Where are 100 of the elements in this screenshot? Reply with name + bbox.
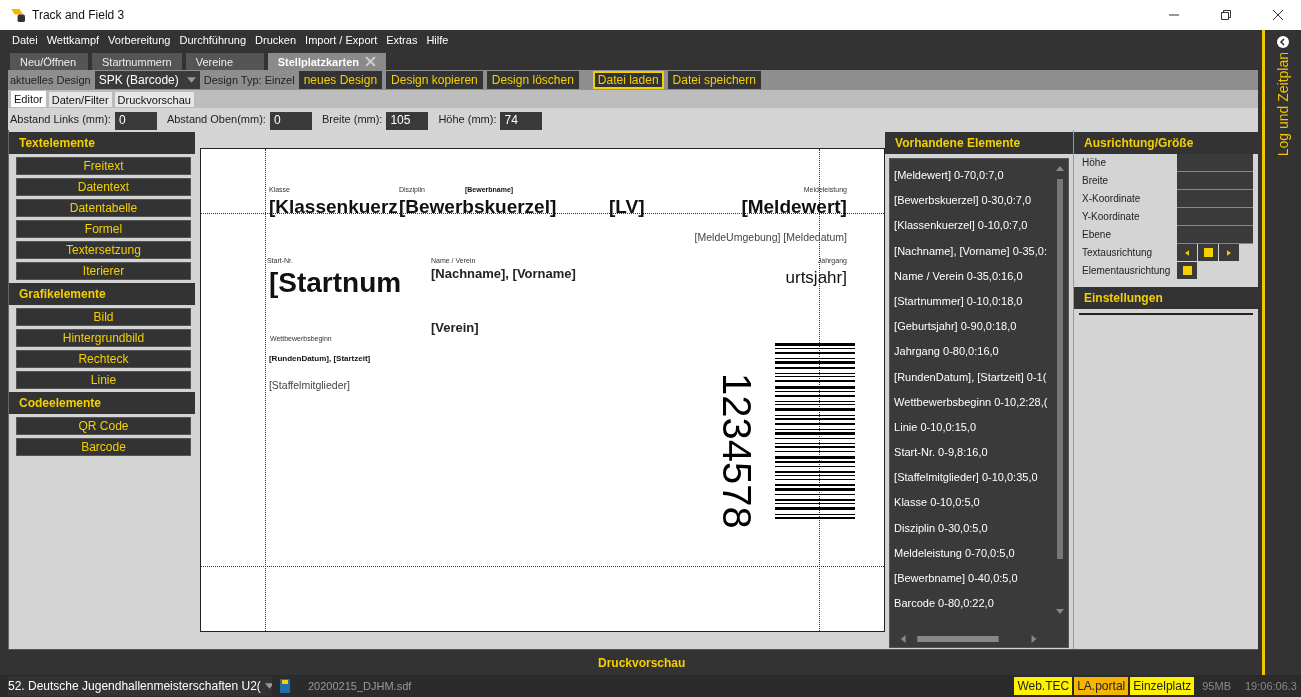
- element-button[interactable]: QR Code: [16, 417, 191, 435]
- label-text[interactable]: [Klassenkuerz: [268, 196, 398, 218]
- square-button[interactable]: [1177, 261, 1198, 279]
- list-item[interactable]: Start-Nr. 0-9,8:16,0: [894, 444, 988, 462]
- field-label: Abstand Links (mm):: [10, 113, 111, 125]
- menu-item[interactable]: Hilfe: [426, 34, 449, 46]
- element-button[interactable]: Rechteck: [16, 350, 191, 368]
- menu-item[interactable]: Durchführung: [179, 34, 247, 46]
- tab[interactable]: Druckvorschau: [113, 91, 195, 108]
- label-text[interactable]: [Verein]: [430, 321, 479, 336]
- input-field[interactable]: [1177, 208, 1254, 226]
- database-icon: [280, 679, 290, 693]
- section-header: Vorhandene Elemente: [885, 132, 1074, 154]
- left-arrow-icon: [1185, 249, 1190, 256]
- list-item[interactable]: [Nachname], [Vorname] 0-35,0:: [894, 242, 1047, 260]
- close-icon[interactable]: [1273, 10, 1283, 20]
- label-text[interactable]: [LV]: [608, 196, 645, 218]
- square-icon: [1182, 265, 1192, 275]
- toolbar-button[interactable]: Design kopieren: [386, 71, 483, 89]
- element-button[interactable]: Iterierer: [16, 262, 191, 280]
- label-text[interactable]: [Staffelmitglieder]: [268, 379, 350, 392]
- label-text[interactable]: [Bewerbskuerzel]: [398, 196, 557, 218]
- list-item[interactable]: [Geburtsjahr] 0-90,0:18,0: [894, 318, 1017, 336]
- tab[interactable]: Editor: [10, 90, 47, 108]
- menu-item[interactable]: Extras: [386, 34, 418, 46]
- section-header: Codeelemente: [9, 392, 195, 414]
- element-button[interactable]: Textersetzung: [16, 241, 191, 259]
- field-label: X-Koordinate: [1082, 192, 1142, 207]
- list-item[interactable]: [Bewerbname] 0-40,0:5,0: [894, 570, 1018, 587]
- menu-item[interactable]: Import / Export: [305, 34, 378, 46]
- section-header: Grafikelemente: [9, 283, 195, 305]
- list-item[interactable]: Wettbewerbsbeginn 0-10,2:28,(: [894, 393, 1048, 411]
- menu-item[interactable]: Drucken: [255, 34, 297, 46]
- restore-icon[interactable]: [1221, 10, 1231, 20]
- side-panel-title[interactable]: Log und Zeitplan: [1275, 52, 1291, 157]
- menu-item[interactable]: Datei: [12, 34, 38, 46]
- square-button[interactable]: [1198, 244, 1219, 262]
- input-field[interactable]: 74: [500, 112, 543, 130]
- input-field[interactable]: 0: [114, 112, 157, 130]
- list-item[interactable]: Meldeleistung 0-70,0:5,0: [894, 544, 1015, 562]
- toolbar-button[interactable]: Datei speichern: [667, 71, 761, 89]
- label-text[interactable]: [RundenDatum], [Startzeit]: [268, 354, 371, 364]
- section-header: Textelemente: [9, 132, 195, 154]
- list-item[interactable]: [Klassenkuerzel] 0-10,0:7,0: [894, 217, 1028, 235]
- input-field[interactable]: [1177, 190, 1254, 208]
- input-field[interactable]: [1177, 172, 1254, 190]
- tab[interactable]: Neu/Öffnen: [10, 53, 88, 70]
- clock: 19:06:06.3: [1245, 680, 1297, 692]
- menu-item[interactable]: Wettkampf: [46, 34, 100, 46]
- left-arrow-button[interactable]: [1177, 244, 1198, 262]
- list-item[interactable]: Linie 0-10,0:15,0: [894, 418, 977, 436]
- toolbar-button[interactable]: Datei laden: [592, 71, 664, 89]
- collapse-icon[interactable]: [1277, 36, 1289, 48]
- list-item[interactable]: [Staffelmitglieder] 0-10,0:35,0: [894, 469, 1038, 487]
- label-text[interactable]: [Nachname], [Vorname]: [430, 267, 576, 282]
- element-button[interactable]: Bild: [16, 308, 191, 326]
- toolbar-button[interactable]: neues Design: [298, 71, 383, 89]
- list-item[interactable]: Disziplin 0-30,0:5,0: [894, 519, 988, 537]
- label-text[interactable]: [MeldeUmgebung] [Meldedatum]: [694, 231, 847, 244]
- list-item[interactable]: Barcode 0-80,0:22,0: [894, 595, 994, 613]
- field-label: Breite: [1082, 174, 1110, 189]
- list-item[interactable]: Name / Verein 0-35,0:16,0: [894, 267, 1023, 285]
- list-item[interactable]: [Bewerbskuerzel] 0-30,0:7,0: [894, 192, 1032, 210]
- tab[interactable]: Daten/Filter: [47, 91, 113, 108]
- menu-item[interactable]: Vorbereitung: [108, 34, 171, 46]
- element-button[interactable]: Hintergrundbild: [16, 329, 191, 347]
- field-label: Breite (mm):: [321, 113, 383, 125]
- element-button[interactable]: Freitext: [16, 157, 191, 175]
- list-item[interactable]: [RundenDatum], [Startzeit] 0-1(: [894, 368, 1047, 386]
- list-item[interactable]: [Startnummer] 0-10,0:18,0: [894, 292, 1023, 310]
- input-field[interactable]: 0: [269, 112, 312, 130]
- tab[interactable]: Startnummern: [92, 53, 182, 70]
- section-header: Ausrichtung/Größe: [1074, 132, 1258, 154]
- status-tag: Einzelplatz: [1130, 677, 1195, 695]
- input-field[interactable]: [1177, 226, 1254, 244]
- toolbar-button[interactable]: Design löschen: [486, 71, 579, 89]
- element-button[interactable]: Linie: [16, 371, 191, 389]
- barcode-number[interactable]: 1234578: [716, 373, 757, 529]
- element-button[interactable]: Datentext: [16, 178, 191, 196]
- element-button[interactable]: Formel: [16, 220, 191, 238]
- design-dropdown[interactable]: SPK (Barcode): [94, 71, 200, 89]
- status-tag: LA.portal: [1074, 677, 1129, 695]
- competition-dropdown[interactable]: 52. Deutsche Jugendhallenmeisterschaften U2(: [8, 676, 272, 696]
- element-button[interactable]: Datentabelle: [16, 199, 191, 217]
- list-item[interactable]: Klasse 0-10,0:5,0: [894, 494, 980, 512]
- element-button[interactable]: Barcode: [16, 438, 191, 456]
- list-item[interactable]: Jahrgang 0-80,0:16,0: [894, 343, 999, 361]
- file-name: 20200215_DJHM.sdf: [308, 680, 412, 692]
- field-label: Elementausrichtung: [1082, 263, 1172, 278]
- right-arrow-button[interactable]: [1219, 244, 1240, 262]
- design-label: aktuelles Design: [10, 74, 91, 86]
- label-text[interactable]: [Startnum: [268, 267, 402, 300]
- label-text[interactable]: [Meldewert]: [741, 196, 847, 218]
- input-field[interactable]: 105: [386, 112, 429, 130]
- input-field[interactable]: [1177, 154, 1254, 172]
- field-label: Höhe: [1082, 156, 1107, 171]
- design-type-label: Design Typ: Einzel: [203, 74, 295, 86]
- label-text[interactable]: urtsjahr]: [785, 268, 847, 288]
- tab[interactable]: Vereine: [185, 53, 264, 70]
- list-item[interactable]: [Meldewert] 0-70,0:7,0: [894, 167, 1004, 184]
